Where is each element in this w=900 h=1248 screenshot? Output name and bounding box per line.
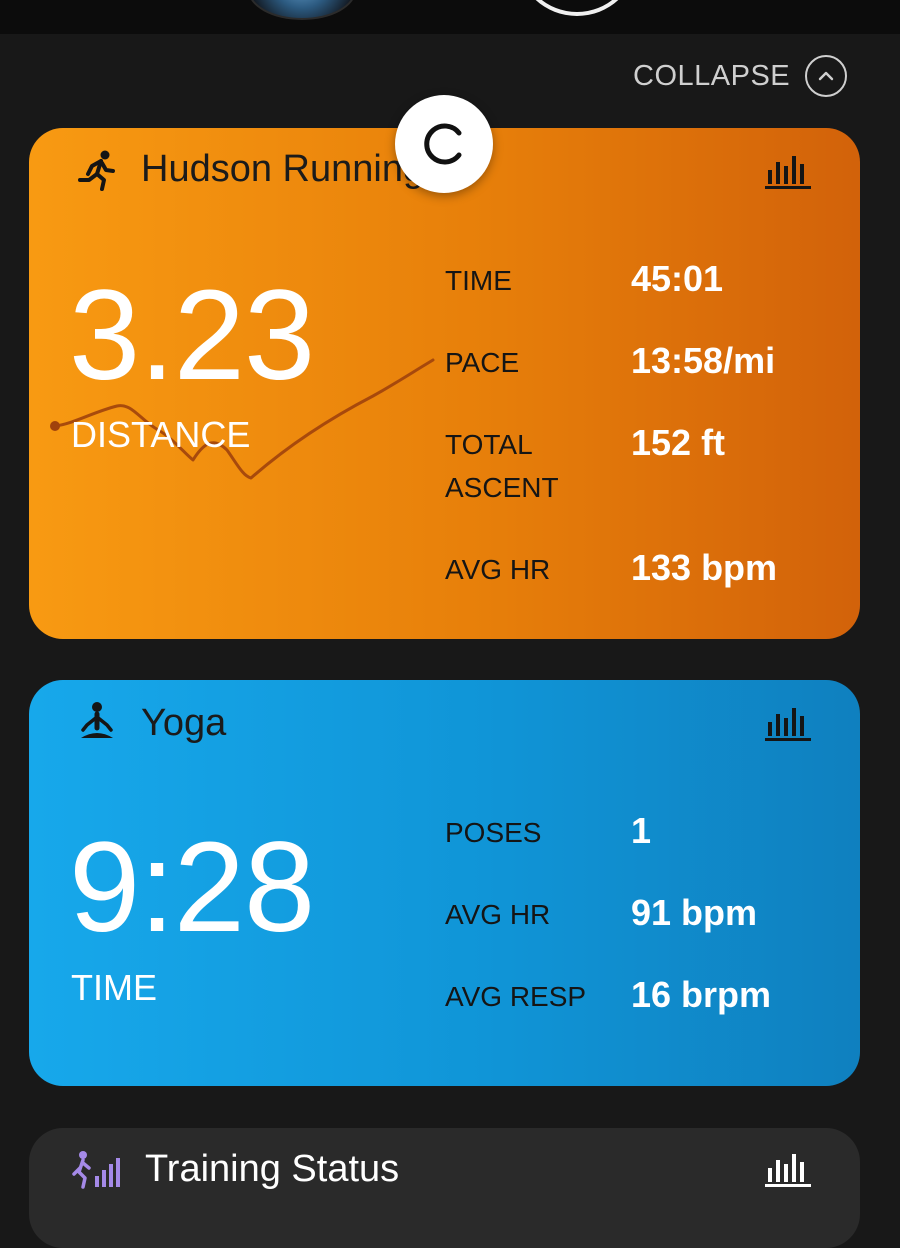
stat-label-avg-hr: AVG HR bbox=[445, 899, 551, 930]
bar-chart-icon[interactable] bbox=[763, 148, 813, 192]
stat-value-total-ascent: 152 ft bbox=[631, 422, 726, 463]
running-distance-value: 3.23 bbox=[69, 264, 315, 407]
yoga-time-value: 9:28 bbox=[69, 816, 315, 959]
running-activity-title: Hudson Running bbox=[141, 148, 425, 190]
stat-value-time: 45:01 bbox=[631, 258, 724, 299]
collapse-button[interactable] bbox=[805, 55, 847, 97]
bar-chart-icon[interactable] bbox=[763, 1146, 813, 1190]
stat-label-avg-hr: AVG HR bbox=[445, 554, 551, 585]
device-ring-indicator[interactable] bbox=[518, 0, 636, 16]
refresh-icon bbox=[424, 123, 462, 165]
stat-value-pace: 13:58/mi bbox=[631, 340, 776, 381]
stat-label-pace: PACE bbox=[445, 347, 520, 378]
refresh-button[interactable] bbox=[395, 95, 493, 193]
stat-value-avg-hr: 133 bpm bbox=[631, 547, 778, 588]
profile-avatar[interactable] bbox=[248, 0, 356, 20]
training-status-card[interactable]: Training Status bbox=[29, 1128, 860, 1248]
bar-chart-icon[interactable] bbox=[763, 700, 813, 744]
stat-value-avg-resp: 16 brpm bbox=[631, 974, 772, 1015]
training-status-icon bbox=[72, 1151, 120, 1189]
stat-value-avg-hr: 91 bpm bbox=[631, 892, 758, 933]
stat-label-poses: POSES bbox=[445, 817, 542, 848]
training-status-title: Training Status bbox=[145, 1148, 400, 1190]
meditation-icon bbox=[81, 702, 113, 738]
running-person-icon bbox=[78, 150, 115, 191]
stat-label-time: TIME bbox=[445, 265, 512, 296]
stat-value-poses: 1 bbox=[631, 810, 652, 851]
yoga-activity-card[interactable]: Yoga 9:28 TIME POSES 1 AVG HR 91 bpm AVG… bbox=[29, 680, 860, 1086]
collapse-button-label[interactable]: COLLAPSE bbox=[633, 60, 790, 93]
running-distance-label: DISTANCE bbox=[71, 414, 251, 455]
top-bar bbox=[0, 0, 900, 34]
yoga-activity-title: Yoga bbox=[141, 702, 227, 744]
chevron-up-icon bbox=[818, 71, 834, 81]
stat-label-total-ascent: TOTAL ASCENT bbox=[445, 429, 559, 503]
yoga-time-label: TIME bbox=[71, 967, 157, 1008]
running-activity-card[interactable]: Hudson Running 3.23 DISTANCE TIME 45:01 … bbox=[29, 128, 860, 639]
stat-label-avg-resp: AVG RESP bbox=[445, 981, 587, 1012]
